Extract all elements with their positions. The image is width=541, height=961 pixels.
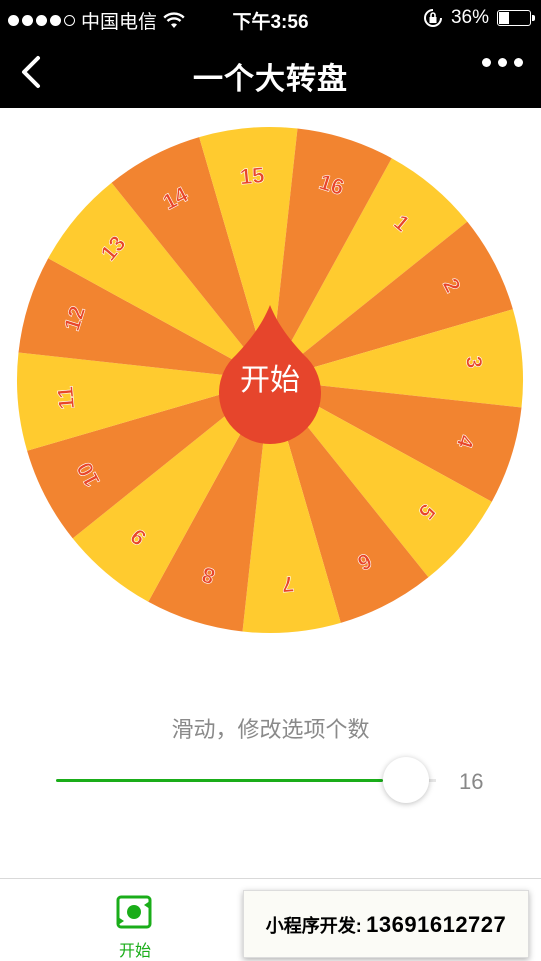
navigation-bar: 一个大转盘 bbox=[0, 36, 541, 108]
refresh-icon bbox=[116, 895, 152, 929]
contact-label: 小程序开发: bbox=[265, 916, 362, 936]
start-button-label: 开始 bbox=[240, 364, 300, 397]
contact-phone: 13691612727 bbox=[366, 912, 507, 937]
slider-thumb[interactable] bbox=[382, 757, 429, 803]
prize-wheel: 123456789101112131415 16 开始 bbox=[16, 126, 524, 634]
slider-hint: 滑动，修改选项个数 bbox=[171, 717, 370, 742]
developer-contact-overlay: 小程序开发: 13691612727 bbox=[243, 890, 529, 958]
status-right: 36% bbox=[423, 7, 535, 29]
page-title: 一个大转盘 bbox=[193, 63, 348, 96]
battery-icon bbox=[497, 10, 535, 26]
more-dots-icon[interactable] bbox=[482, 58, 523, 67]
wheel-segment-label: 7 bbox=[281, 571, 295, 597]
option-count-slider[interactable]: 16 bbox=[56, 755, 496, 805]
rotation-lock-icon bbox=[424, 9, 442, 27]
wheel-segment-label: 3 bbox=[461, 355, 487, 369]
slider-track-active[interactable] bbox=[56, 779, 383, 782]
battery-percent: 36% bbox=[450, 7, 489, 28]
tab-start-label: 开始 bbox=[118, 943, 151, 960]
status-bar: 中国电信 下午3:56 36% bbox=[0, 0, 541, 36]
wheel-segment-label: 15 bbox=[239, 162, 266, 189]
slider-value: 16 bbox=[459, 769, 484, 794]
tab-start[interactable]: 开始 bbox=[0, 879, 270, 961]
wheel-segment-label: 11 bbox=[52, 385, 79, 410]
